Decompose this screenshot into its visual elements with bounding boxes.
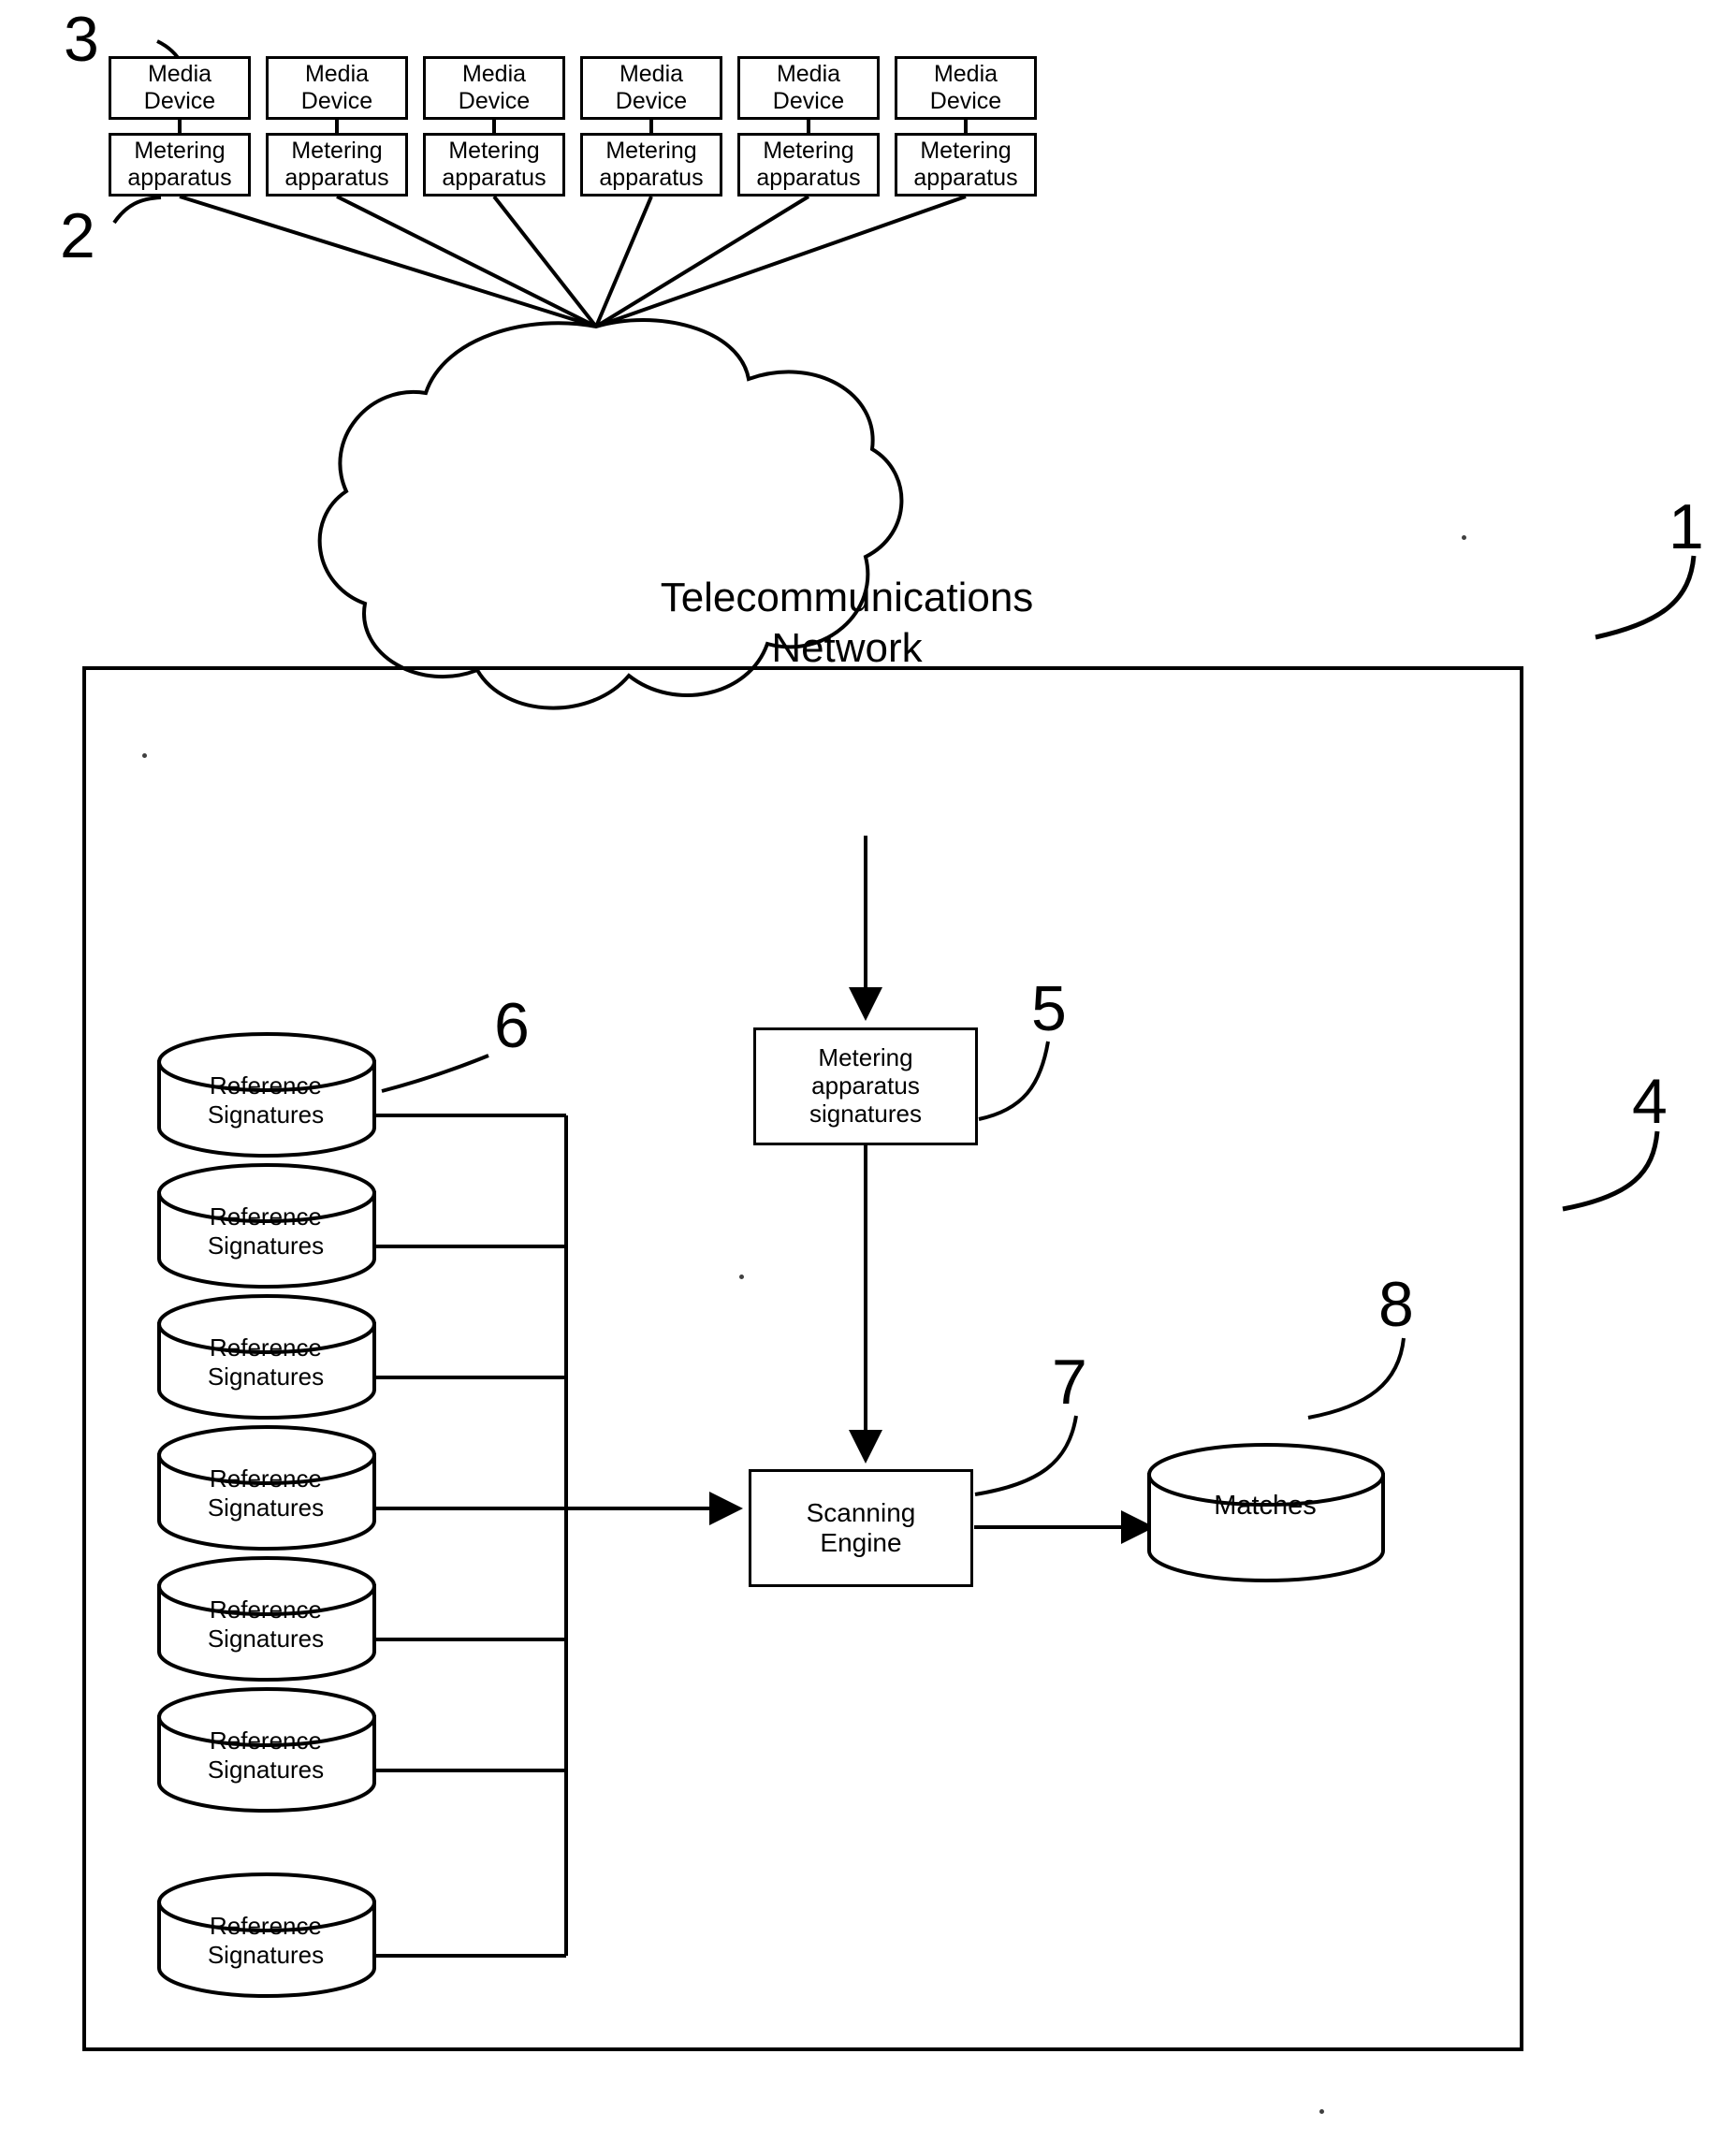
- scanning-engine-box[interactable]: Scanning Engine: [749, 1469, 973, 1587]
- telecommunications-network-label: Telecommunications Network: [660, 575, 1034, 671]
- media-device-label: Media Device: [772, 61, 845, 114]
- device-to-meter-connectors: [178, 120, 968, 133]
- media-device-label: Media Device: [143, 61, 216, 114]
- media-device-label: Media Device: [300, 61, 373, 114]
- reference-signatures-store[interactable]: Reference Signatures: [159, 1689, 372, 1805]
- media-device-label: Media Device: [929, 61, 1002, 114]
- leader-line-1: [1595, 555, 1697, 640]
- matches-label: Matches: [1214, 1491, 1317, 1521]
- reference-signatures-store[interactable]: Reference Signatures: [159, 1427, 372, 1543]
- media-device-label: Media Device: [615, 61, 688, 114]
- scan-speck: [1462, 535, 1466, 540]
- metering-apparatus-label: Metering apparatus: [756, 138, 861, 191]
- media-device-box[interactable]: Media Device: [423, 56, 565, 120]
- metering-apparatus-box[interactable]: Metering apparatus: [266, 133, 408, 197]
- reference-signatures-store[interactable]: Reference Signatures: [159, 1034, 372, 1150]
- matches-store[interactable]: Matches: [1149, 1445, 1381, 1559]
- scan-speck: [1319, 2109, 1324, 2114]
- media-device-label: Media Device: [458, 61, 531, 114]
- metering-apparatus-label: Metering apparatus: [284, 138, 389, 191]
- media-device-box[interactable]: Media Device: [737, 56, 880, 120]
- metering-apparatus-label: Metering apparatus: [442, 138, 546, 191]
- reference-signatures-label: Reference Signatures: [207, 1071, 325, 1129]
- metering-apparatus-signatures-box[interactable]: Metering apparatus signatures: [753, 1027, 978, 1145]
- metering-apparatus-box[interactable]: Metering apparatus: [423, 133, 565, 197]
- metering-apparatus-label: Metering apparatus: [913, 138, 1018, 191]
- reference-numeral-3: 3: [64, 4, 99, 75]
- media-device-box[interactable]: Media Device: [109, 56, 251, 120]
- reference-signatures-label: Reference Signatures: [207, 1595, 325, 1653]
- reference-signatures-store[interactable]: Reference Signatures: [159, 1165, 372, 1281]
- metering-apparatus-box[interactable]: Metering apparatus: [580, 133, 722, 197]
- scan-speck: [739, 1275, 744, 1279]
- reference-numeral-6: 6: [494, 990, 530, 1061]
- reference-signatures-label: Reference Signatures: [207, 1464, 325, 1522]
- reference-numeral-5: 5: [1031, 973, 1067, 1044]
- reference-signatures-store[interactable]: Reference Signatures: [159, 1296, 372, 1412]
- reference-signatures-label: Reference Signatures: [207, 1726, 325, 1784]
- scan-speck: [142, 753, 147, 758]
- reference-signatures-store[interactable]: Reference Signatures: [159, 1558, 372, 1674]
- metering-apparatus-box[interactable]: Metering apparatus: [109, 133, 251, 197]
- metering-apparatus-signatures-label: Metering apparatus signatures: [809, 1043, 922, 1128]
- metering-apparatus-box[interactable]: Metering apparatus: [737, 133, 880, 197]
- metering-apparatus-label: Metering apparatus: [127, 138, 232, 191]
- reference-signatures-store[interactable]: Reference Signatures: [159, 1874, 372, 1990]
- metering-apparatus-label: Metering apparatus: [599, 138, 704, 191]
- reference-numeral-2: 2: [60, 200, 95, 271]
- reference-signatures-label: Reference Signatures: [207, 1333, 325, 1391]
- metering-apparatus-box[interactable]: Metering apparatus: [895, 133, 1037, 197]
- leader-line-2: [112, 196, 162, 225]
- reference-signatures-label: Reference Signatures: [207, 1202, 325, 1260]
- media-device-box[interactable]: Media Device: [580, 56, 722, 120]
- network-uplink-lines: [179, 195, 967, 328]
- reference-numeral-4: 4: [1632, 1066, 1668, 1137]
- media-device-box[interactable]: Media Device: [895, 56, 1037, 120]
- reference-numeral-8: 8: [1378, 1269, 1414, 1340]
- reference-signatures-label: Reference Signatures: [207, 1912, 325, 1969]
- leader-line-4: [1562, 1130, 1660, 1212]
- media-device-box[interactable]: Media Device: [266, 56, 408, 120]
- reference-numeral-1: 1: [1668, 491, 1704, 562]
- scanning-engine-label: Scanning Engine: [806, 1497, 916, 1557]
- patent-figure: Media Device Media Device Media Device M…: [0, 0, 1734, 2156]
- reference-numeral-7: 7: [1052, 1347, 1087, 1418]
